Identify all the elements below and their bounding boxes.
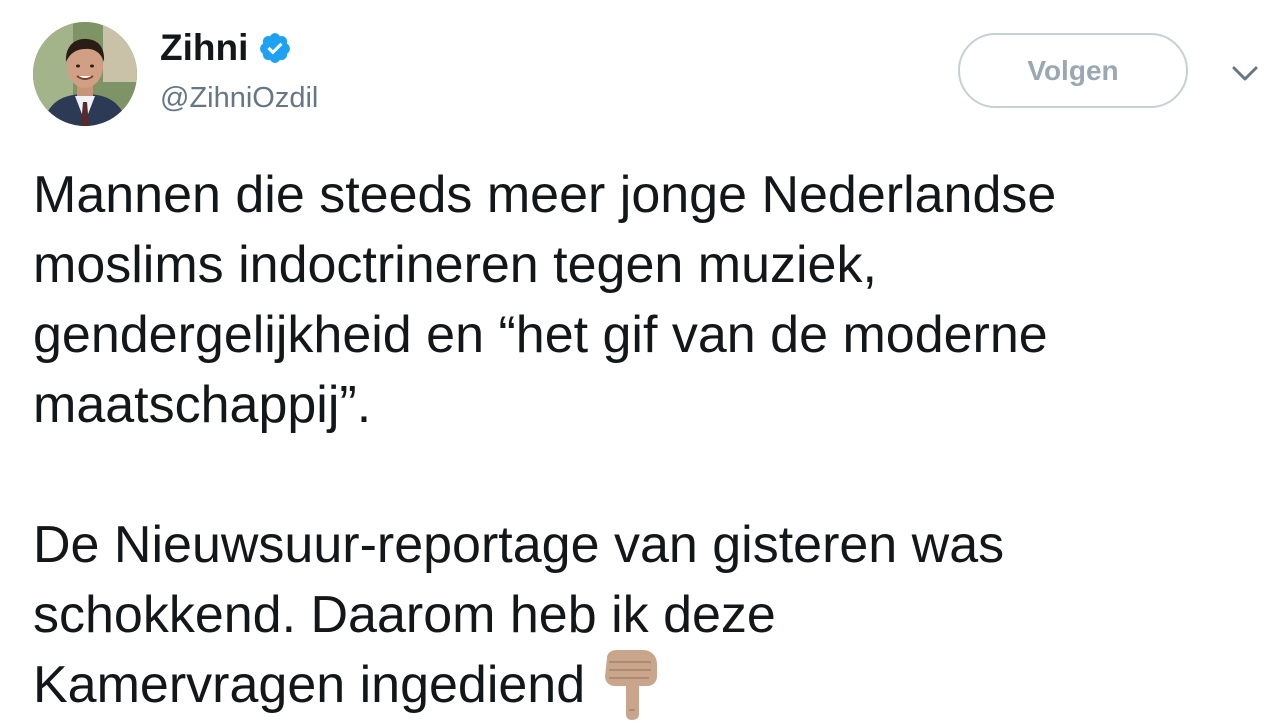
avatar[interactable]	[33, 22, 137, 126]
display-name[interactable]: Zihni	[160, 26, 248, 70]
avatar-photo-icon	[33, 22, 137, 126]
name-row: Zihni	[160, 26, 292, 70]
tweet-card: Zihni @ZihniOzdil Volgen Mannen die stee…	[0, 0, 1288, 726]
tweet-paragraph-2: De Nieuwsuur-reportage van gisteren was …	[33, 510, 1263, 720]
tweet-paragraph-2-text: De Nieuwsuur-reportage van gisteren was …	[33, 516, 1005, 714]
user-handle[interactable]: @ZihniOzdil	[160, 80, 318, 116]
verified-badge-icon	[258, 31, 292, 65]
pointing-down-hand-icon	[599, 650, 661, 720]
tweet-text: Mannen die steeds meer jonge Nederlandse…	[33, 160, 1263, 720]
follow-button[interactable]: Volgen	[958, 33, 1188, 108]
chevron-down-icon[interactable]	[1230, 62, 1260, 84]
tweet-paragraph-1: Mannen die steeds meer jonge Nederlandse…	[33, 166, 1057, 434]
